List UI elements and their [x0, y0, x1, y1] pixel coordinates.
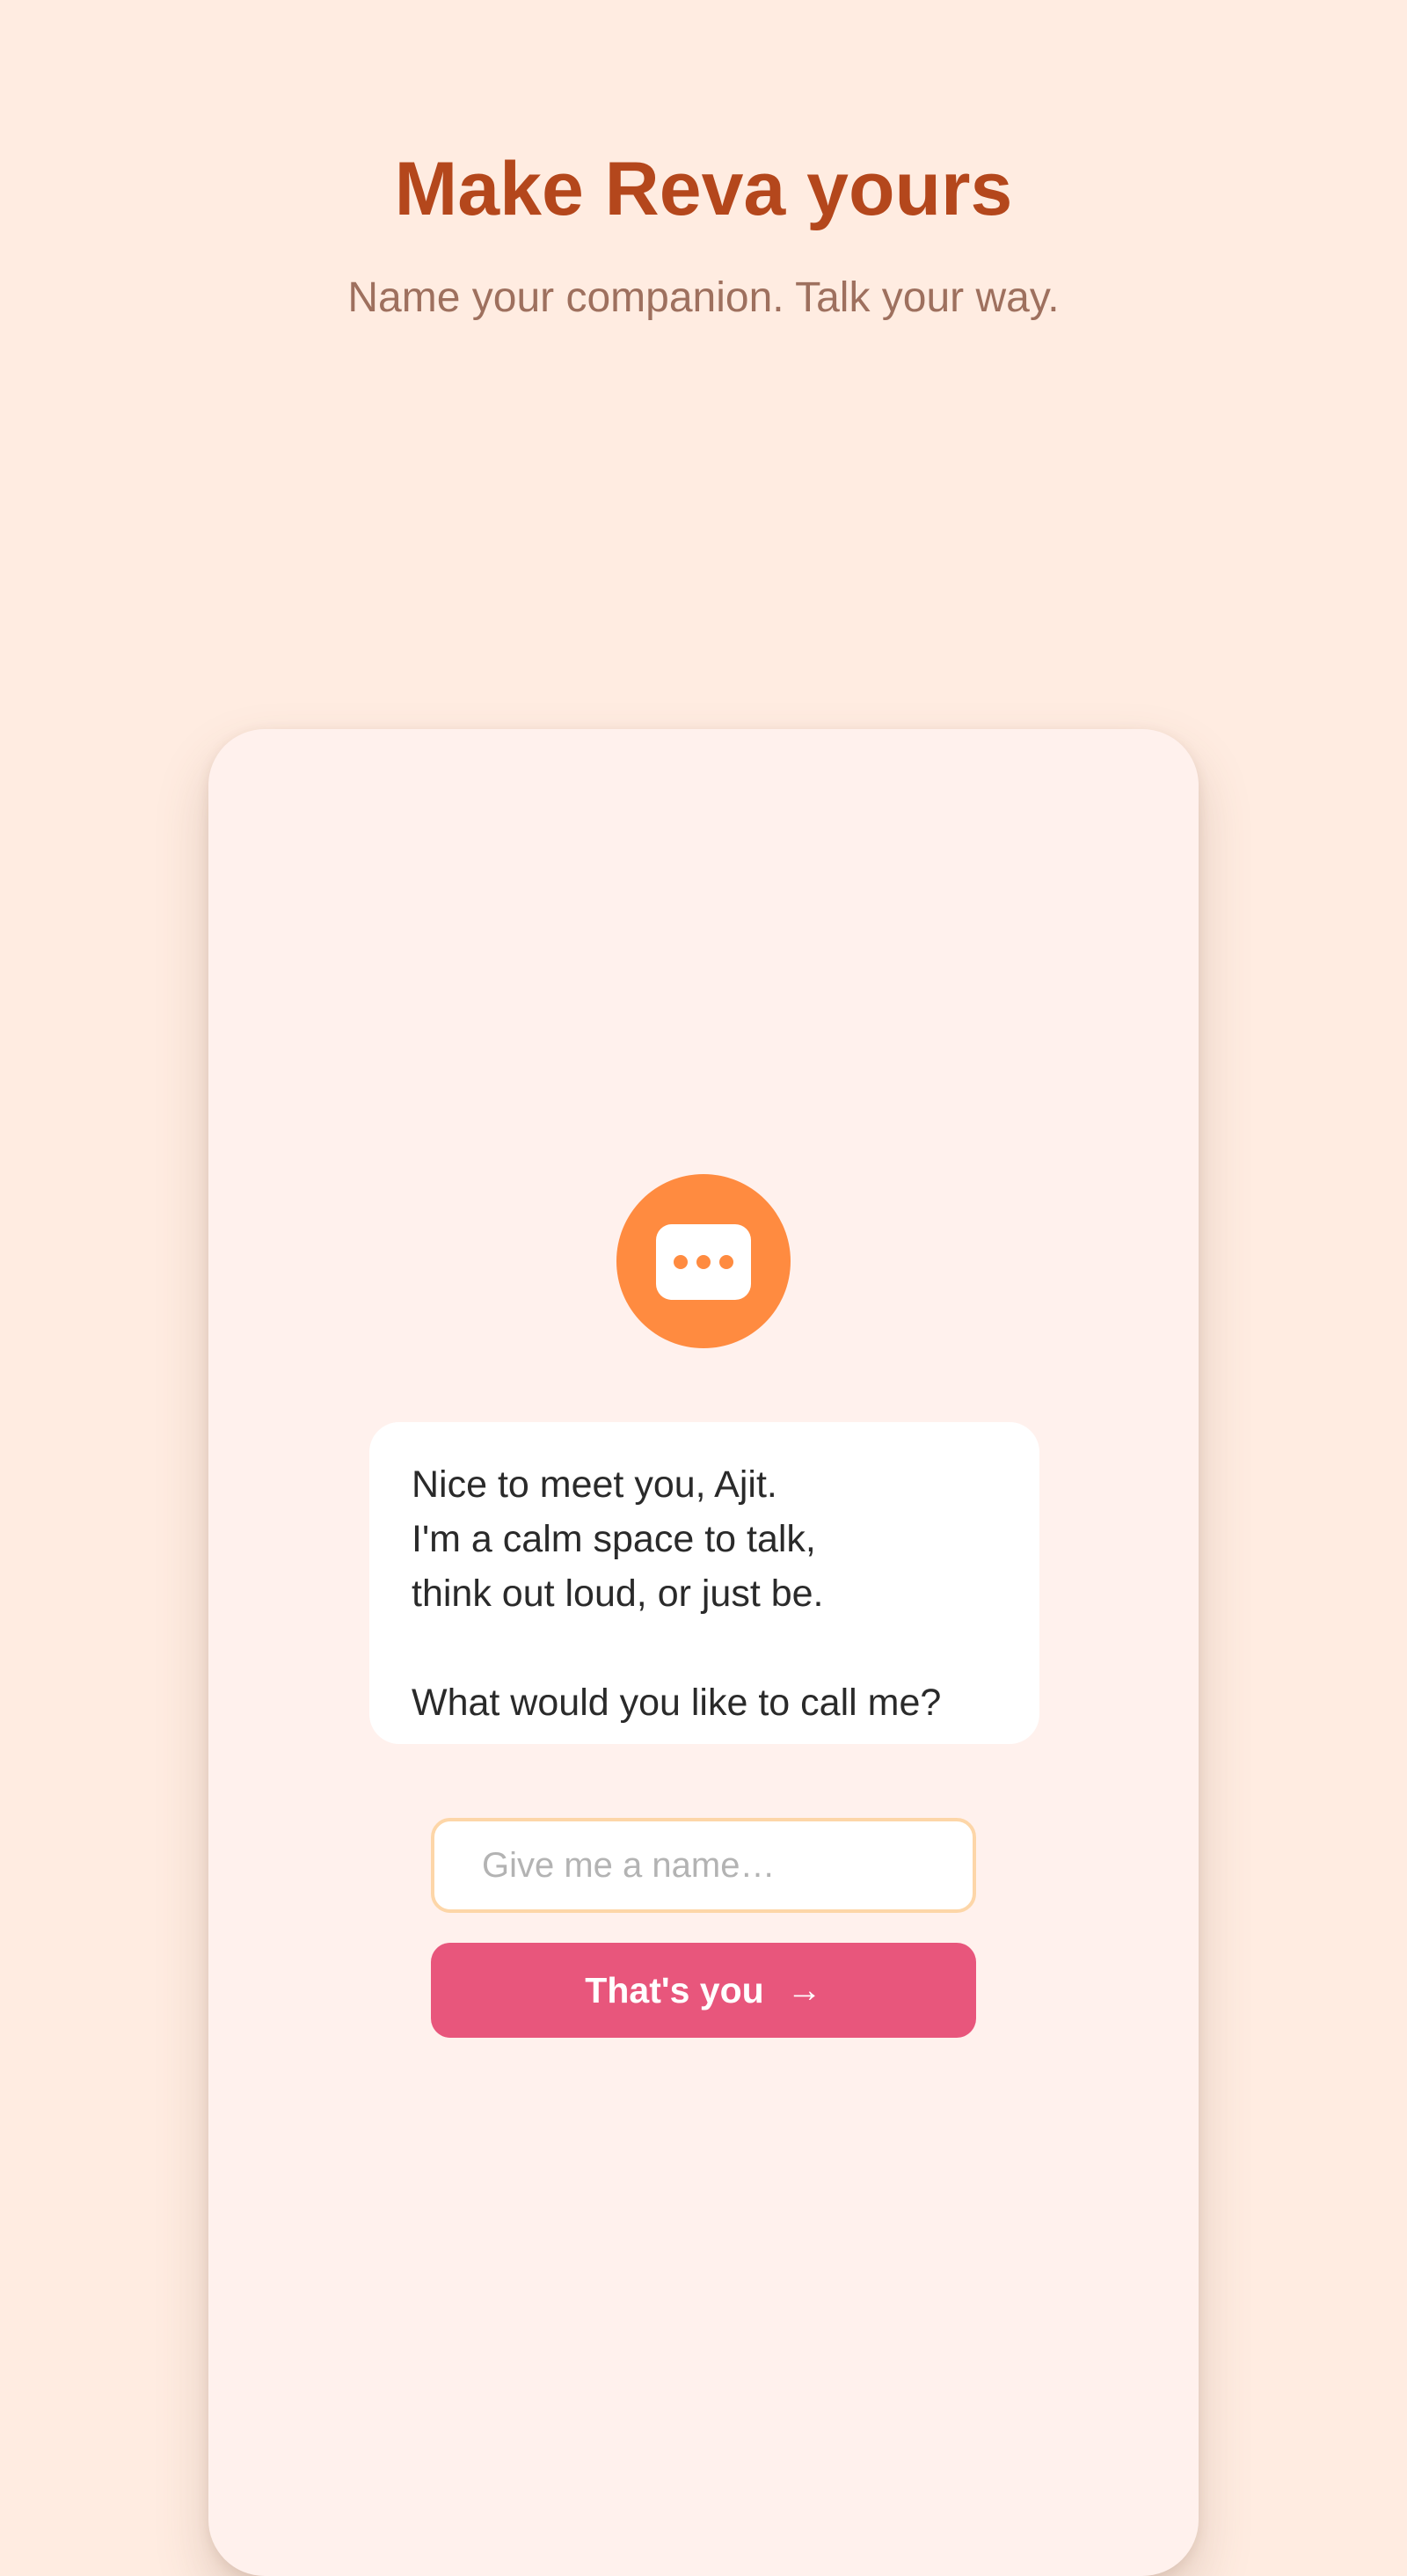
message-line: Nice to meet you, Ajit. [412, 1463, 777, 1506]
companion-message-bubble: Nice to meet you, Ajit. I'm a calm space… [369, 1422, 1039, 1744]
companion-avatar [616, 1174, 791, 1348]
thats-you-button-label: That's you [585, 1969, 764, 2010]
arrow-right-icon: → [786, 1970, 822, 2010]
thats-you-button[interactable]: That's you → [431, 1943, 976, 2038]
companion-name-input[interactable] [431, 1818, 976, 1913]
page-title: Make Reva yours [394, 147, 1013, 231]
message-line: think out loud, or just be. [412, 1573, 824, 1615]
message-line: I'm a calm space to talk, [412, 1518, 816, 1560]
page-subtitle: Name your companion. Talk your way. [347, 274, 1060, 321]
chat-bubble-icon [656, 1224, 751, 1300]
message-question: What would you like to call me? [412, 1682, 942, 1724]
onboarding-card: Nice to meet you, Ajit. I'm a calm space… [208, 729, 1199, 2576]
